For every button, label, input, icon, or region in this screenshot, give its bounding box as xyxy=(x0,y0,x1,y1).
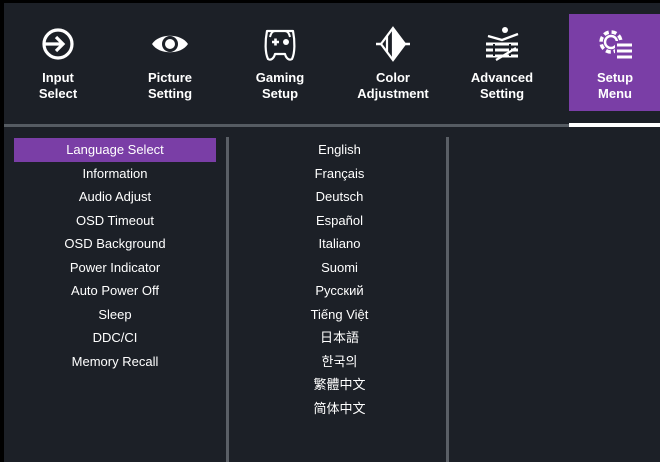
gear-menu-icon xyxy=(569,24,660,64)
language-option-russian[interactable]: Русский xyxy=(231,279,448,303)
gamepad-icon xyxy=(234,24,326,64)
language-option-italian[interactable]: Italiano xyxy=(231,232,448,256)
menu-item-sleep[interactable]: Sleep xyxy=(14,303,216,327)
tab-advanced-setting[interactable]: Advanced Setting xyxy=(456,14,548,124)
language-option-korean[interactable]: 한국의 xyxy=(231,350,448,374)
input-arrow-icon xyxy=(12,24,104,64)
language-option-french[interactable]: Français xyxy=(231,162,448,186)
column-divider-left xyxy=(226,137,229,462)
tab-label: Color Adjustment xyxy=(357,70,429,101)
tab-label: Gaming Setup xyxy=(255,70,305,101)
menu-item-power-indicator[interactable]: Power Indicator xyxy=(14,256,216,280)
tab-label: Advanced Setting xyxy=(470,70,534,101)
tab-label: Picture Setting xyxy=(147,70,193,101)
active-tab-underline xyxy=(569,123,660,127)
language-option-spanish[interactable]: Español xyxy=(231,209,448,233)
diamond-color-icon xyxy=(347,24,439,64)
language-option-finnish[interactable]: Suomi xyxy=(231,256,448,280)
language-option-german[interactable]: Deutsch xyxy=(231,185,448,209)
menu-item-language-select[interactable]: Language Select xyxy=(14,138,216,162)
language-option-vietnamese[interactable]: Tiếng Việt xyxy=(231,303,448,327)
menu-item-auto-power-off[interactable]: Auto Power Off xyxy=(14,279,216,303)
layers-icon xyxy=(456,24,548,64)
language-option-traditional-chinese[interactable]: 繁體中文 xyxy=(231,373,448,397)
tab-gaming-setup[interactable]: Gaming Setup xyxy=(234,14,326,124)
menu-item-osd-background[interactable]: OSD Background xyxy=(14,232,216,256)
menu-item-memory-recall[interactable]: Memory Recall xyxy=(14,350,216,374)
language-option-simplified-chinese[interactable]: 简体中文 xyxy=(231,397,448,421)
menu-item-information[interactable]: Information xyxy=(14,162,216,186)
menu-item-osd-timeout[interactable]: OSD Timeout xyxy=(14,209,216,233)
tab-setup-menu[interactable]: Setup Menu xyxy=(569,14,660,111)
tab-picture-setting[interactable]: Picture Setting xyxy=(124,14,216,124)
column-divider-right xyxy=(446,137,449,462)
top-tab-bar: Input Select Picture Setting Gaming Setu… xyxy=(4,3,660,124)
language-option-japanese[interactable]: 日本語 xyxy=(231,326,448,350)
tab-label: Setup Menu xyxy=(596,70,634,101)
setup-menu-list: Language Select Information Audio Adjust… xyxy=(14,138,216,373)
eye-icon xyxy=(124,24,216,64)
submenu-empty-panel xyxy=(451,137,656,462)
tab-input-select[interactable]: Input Select xyxy=(12,14,104,124)
tab-label: Input Select xyxy=(38,70,78,101)
language-option-english[interactable]: English xyxy=(231,138,448,162)
menu-item-ddc-ci[interactable]: DDC/CI xyxy=(14,326,216,350)
header-divider xyxy=(4,124,569,127)
osd-menu: Input Select Picture Setting Gaming Setu… xyxy=(4,3,660,462)
tab-color-adjustment[interactable]: Color Adjustment xyxy=(347,14,439,124)
language-list: English Français Deutsch Español Italian… xyxy=(231,138,448,420)
menu-item-audio-adjust[interactable]: Audio Adjust xyxy=(14,185,216,209)
